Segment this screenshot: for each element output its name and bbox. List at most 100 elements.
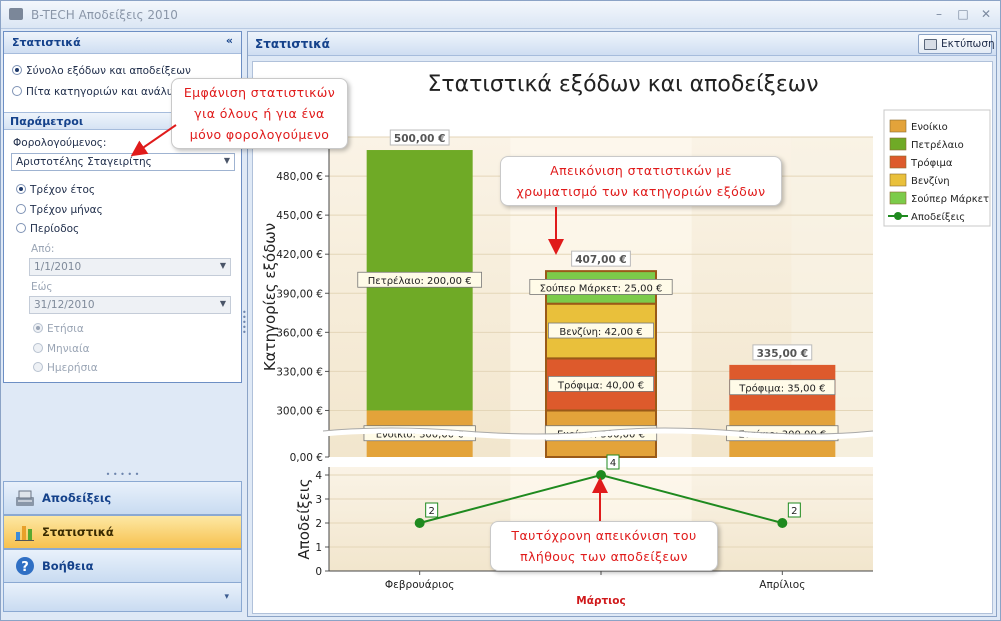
svg-text:?: ? bbox=[21, 560, 29, 575]
help-icon: ? bbox=[16, 557, 34, 575]
callout-line: Ταυτόχρονη απεικόνιση του bbox=[511, 528, 697, 543]
granularity-monthly[interactable]: Μηνιαία bbox=[33, 343, 90, 355]
chevron-down-icon: ▼ bbox=[223, 156, 230, 165]
from-date-field[interactable]: 1/1/2010 ▼ bbox=[29, 258, 231, 276]
legend-swatch bbox=[889, 155, 907, 169]
legend-swatch bbox=[889, 119, 907, 133]
y-tick-label: 450,00 € bbox=[276, 210, 323, 222]
data-label: Τρόφιμα: 35,00 € bbox=[738, 383, 825, 395]
line-y-axis-label: Αποδείξεις bbox=[295, 478, 313, 559]
to-date-value: 31/12/2010 bbox=[34, 299, 95, 311]
chart-title: Στατιστικά εξόδων και αποδείξεων bbox=[428, 72, 819, 97]
chevron-down-icon[interactable]: ▾ bbox=[224, 592, 229, 602]
radio-icon bbox=[33, 343, 43, 353]
callout-line: Εμφάνιση στατιστικών bbox=[183, 85, 336, 100]
period-range[interactable]: Περίοδος bbox=[16, 223, 79, 235]
y-tick-label: 2 bbox=[315, 518, 322, 530]
callout-taxpayer: Εμφάνιση στατιστικών για όλους ή για ένα… bbox=[171, 78, 348, 149]
y-tick-label: 3 bbox=[315, 494, 322, 506]
data-label: Τρόφιμα: 40,00 € bbox=[557, 379, 644, 391]
period-current-month[interactable]: Τρέχον μήνας bbox=[16, 204, 103, 216]
callout-line: Απεικόνιση στατιστικών με bbox=[550, 163, 732, 178]
granularity-yearly[interactable]: Ετήσια bbox=[33, 323, 84, 335]
y-tick-label: 0,00 € bbox=[290, 452, 323, 464]
granularity-label: Ημερήσια bbox=[47, 362, 98, 374]
callout-line: χρωματισμό των κατηγοριών εξόδων bbox=[516, 184, 766, 199]
nav-label: Βοήθεια bbox=[42, 559, 94, 573]
point-label: 2 bbox=[791, 506, 797, 517]
nav-help[interactable]: ? Βοήθεια bbox=[3, 549, 242, 583]
callout-receipts: Ταυτόχρονη απεικόνιση του πλήθους των απ… bbox=[490, 521, 718, 571]
series-point bbox=[414, 518, 425, 528]
series-point bbox=[777, 518, 788, 528]
title-bar: B-TECH Αποδείξεις 2010 – □ ✕ bbox=[1, 1, 1000, 29]
chevron-down-icon: ▼ bbox=[219, 261, 226, 270]
data-label: Σούπερ Μάρκετ: 25,00 € bbox=[540, 282, 663, 294]
legend-label: Σούπερ Μάρκετ bbox=[911, 193, 989, 205]
legend-label: Πετρέλαιο bbox=[911, 139, 964, 151]
nav-statistics[interactable]: Στατιστικά bbox=[3, 515, 242, 549]
granularity-daily[interactable]: Ημερήσια bbox=[33, 362, 98, 374]
point-label: 4 bbox=[610, 458, 616, 469]
point-label: 2 bbox=[428, 506, 434, 517]
y-tick-label: 480,00 € bbox=[276, 171, 323, 183]
radio-icon bbox=[16, 204, 26, 214]
x-tick-label: Φεβρουάριος bbox=[385, 579, 455, 591]
nav-footer: ▾ bbox=[3, 582, 242, 612]
callout-line: μόνο φορολογούμενο bbox=[189, 127, 330, 142]
maximize-button[interactable]: □ bbox=[953, 5, 973, 23]
data-label: Βενζίνη: 42,00 € bbox=[559, 326, 642, 338]
legend-label: Ενοίκιο bbox=[911, 121, 948, 133]
radio-icon bbox=[12, 65, 22, 75]
option-label: Σύνολο εξόδων και αποδείξεων bbox=[26, 65, 191, 77]
close-button[interactable]: ✕ bbox=[976, 5, 996, 23]
radio-icon bbox=[33, 323, 43, 333]
y-tick-label: 420,00 € bbox=[276, 249, 323, 261]
chevron-down-icon: ▼ bbox=[219, 299, 226, 308]
vertical-splitter[interactable]: • • • • • bbox=[242, 309, 247, 337]
app-icon bbox=[9, 8, 23, 20]
nav-splitter[interactable]: • • • • • bbox=[3, 471, 242, 480]
taxpayer-label: Φορολογούμενος: bbox=[13, 137, 107, 149]
radio-icon bbox=[16, 184, 26, 194]
y-tick-label: 0 bbox=[315, 566, 322, 578]
printer-icon bbox=[924, 39, 937, 50]
period-label: Τρέχον έτος bbox=[30, 184, 96, 196]
y-axis-label: Κατηγορίες εξόδων bbox=[261, 223, 279, 371]
print-button[interactable]: Εκτύπωση bbox=[918, 34, 995, 54]
y-tick-label: 390,00 € bbox=[276, 288, 323, 300]
radio-icon bbox=[12, 86, 22, 96]
nav-label: Αποδείξεις bbox=[42, 491, 112, 505]
total-label: 335,00 € bbox=[757, 348, 808, 360]
callout-line: για όλους ή για ένα bbox=[194, 106, 325, 121]
option-label: Πίτα κατηγοριών και ανάλυση bbox=[26, 86, 187, 98]
y-tick-label: 330,00 € bbox=[276, 366, 323, 378]
legend-swatch bbox=[889, 173, 907, 187]
legend: Ενοίκιο Πετρέλαιο Τρόφιμα Βενζίνη Σούπερ Μάρ… bbox=[883, 109, 991, 227]
radio-icon bbox=[33, 362, 43, 372]
from-date-value: 1/1/2010 bbox=[34, 261, 82, 273]
y-tick-label: 4 bbox=[315, 470, 322, 482]
bar-chart-icon bbox=[15, 526, 34, 541]
y-tick-label: 360,00 € bbox=[276, 327, 323, 339]
from-label: Από: bbox=[31, 243, 55, 255]
option-totals[interactable]: Σύνολο εξόδων και αποδείξεων bbox=[12, 65, 191, 77]
x-tick-label: Μάρτιος bbox=[576, 595, 625, 607]
collapse-icon[interactable]: « bbox=[226, 34, 233, 47]
main-title: Στατιστικά bbox=[255, 37, 330, 51]
callout-line: πλήθους των αποδείξεων bbox=[520, 549, 688, 564]
total-label: 500,00 € bbox=[394, 133, 445, 145]
minimize-button[interactable]: – bbox=[929, 5, 949, 23]
data-label: Πετρέλαιο: 200,00 € bbox=[368, 275, 472, 287]
legend-marker bbox=[894, 212, 902, 220]
total-label: 407,00 € bbox=[575, 254, 626, 266]
legend-swatch bbox=[889, 191, 907, 205]
period-current-year[interactable]: Τρέχον έτος bbox=[16, 184, 95, 196]
to-date-field[interactable]: 31/12/2010 ▼ bbox=[29, 296, 231, 314]
legend-label: Τρόφιμα bbox=[910, 157, 953, 169]
taxpayer-select[interactable]: Αριστοτέλης Σταγειρίτης ▼ bbox=[11, 153, 235, 171]
nav-receipts[interactable]: Αποδείξεις bbox=[3, 481, 242, 515]
option-pie[interactable]: Πίτα κατηγοριών και ανάλυση bbox=[12, 86, 186, 98]
print-label: Εκτύπωση bbox=[941, 38, 995, 50]
callout-categories: Απεικόνιση στατιστικών με χρωματισμό των… bbox=[500, 156, 782, 206]
